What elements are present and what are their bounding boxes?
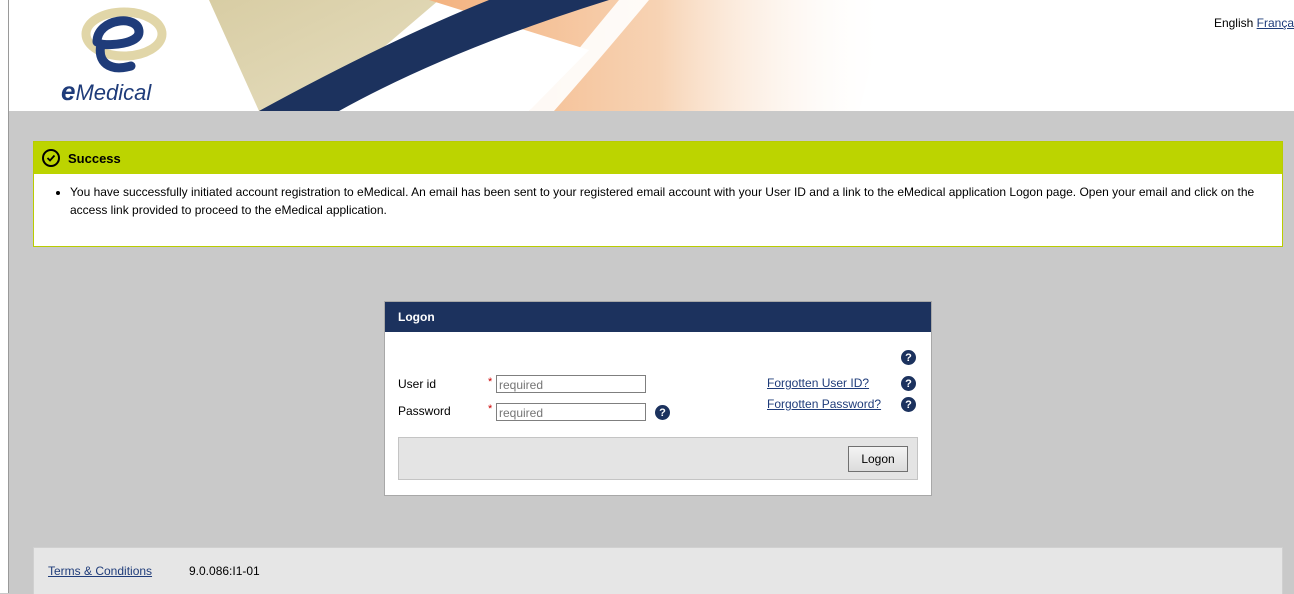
- window-frame: [0, 0, 9, 593]
- logon-button[interactable]: Logon: [848, 446, 908, 472]
- password-label: Password: [398, 404, 451, 418]
- password-required-mark: *: [488, 403, 493, 415]
- help-icon-password[interactable]: ?: [655, 405, 670, 420]
- forgotten-user-id-link[interactable]: Forgotten User ID?: [767, 376, 869, 390]
- help-icon-forgotten-password[interactable]: ?: [901, 397, 916, 412]
- user-id-input[interactable]: [496, 375, 646, 393]
- language-current: English: [1213, 16, 1254, 30]
- success-header: Success: [34, 142, 1282, 174]
- language-link-french[interactable]: França: [1257, 16, 1294, 30]
- user-id-label: User id: [398, 377, 437, 391]
- check-circle-icon: [42, 149, 60, 167]
- success-title: Success: [68, 150, 121, 166]
- help-icon-forgotten-user[interactable]: ?: [901, 376, 916, 391]
- version-text: 9.0.086:I1-01: [189, 564, 260, 578]
- user-id-required-mark: *: [488, 376, 493, 388]
- logon-button-bar: Logon: [398, 437, 918, 480]
- footer: Terms & Conditions 9.0.086:I1-01: [33, 547, 1283, 594]
- help-icon-general[interactable]: ?: [901, 350, 916, 365]
- success-panel: Success You have successfully initiated …: [33, 141, 1283, 247]
- success-body: You have successfully initiated account …: [34, 174, 1282, 219]
- banner-graphic: [9, 0, 1294, 111]
- logon-panel: Logon ? User id * Password * ? Forgotten…: [384, 301, 932, 496]
- forgotten-password-link[interactable]: Forgotten Password?: [767, 397, 881, 411]
- language-switcher: English França: [1214, 16, 1294, 30]
- logon-title: Logon: [385, 302, 931, 332]
- logo-wordmark: eMedical: [61, 76, 152, 106]
- success-message: You have successfully initiated account …: [70, 183, 1270, 219]
- terms-link[interactable]: Terms & Conditions: [48, 564, 152, 578]
- header-banner: eMedical English França: [9, 0, 1294, 111]
- password-input[interactable]: [496, 403, 646, 421]
